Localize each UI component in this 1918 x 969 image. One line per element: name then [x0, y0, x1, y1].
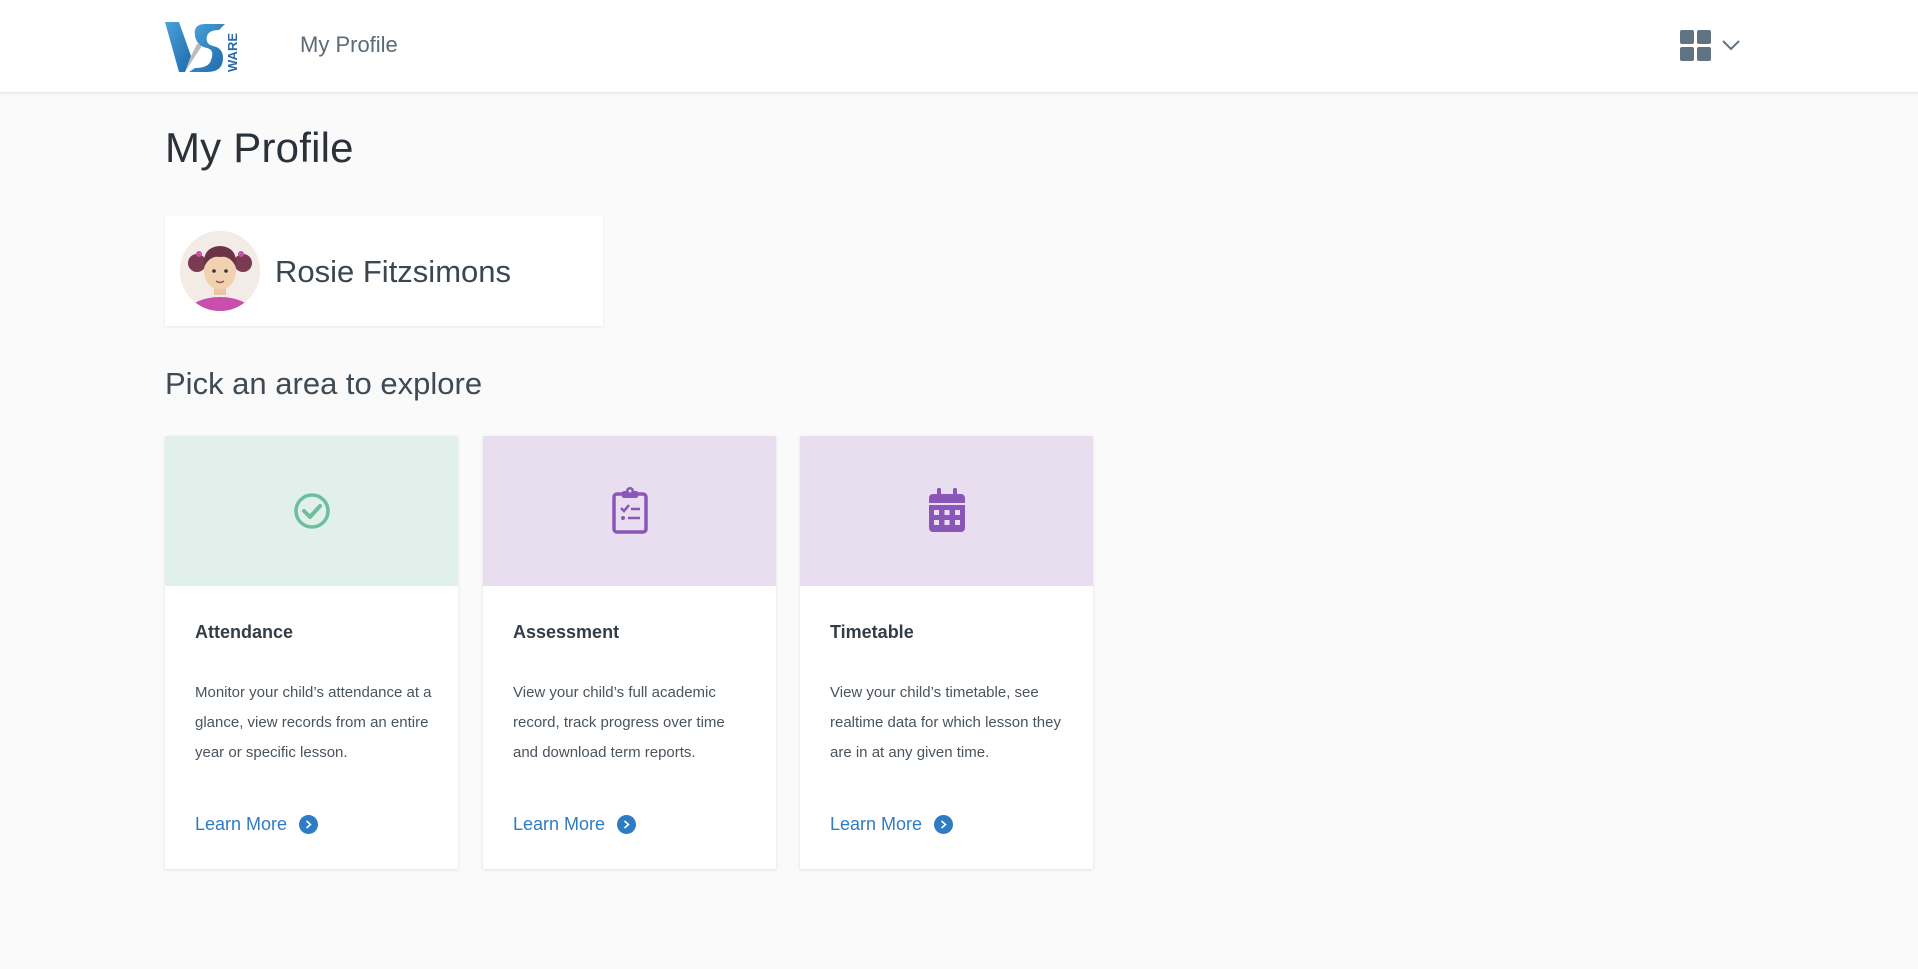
top-bar: WARE My Profile — [0, 0, 1918, 93]
assessment-card[interactable]: Assessment View your child’s full academ… — [483, 436, 776, 869]
chevron-down-icon[interactable] — [1720, 34, 1742, 56]
timetable-hero — [800, 436, 1093, 586]
card-description: Monitor your child’s attendance at a gla… — [195, 684, 432, 761]
chevron-right-circle-icon — [617, 815, 637, 834]
chevron-right-circle-icon — [299, 815, 319, 834]
timetable-card[interactable]: Timetable View your child’s timetable, s… — [800, 436, 1093, 869]
timetable-learn-more-link[interactable]: Learn More — [830, 814, 954, 835]
section-title: Pick an area to explore — [165, 366, 483, 401]
header-title: My Profile — [300, 32, 398, 57]
calendar-icon — [928, 488, 965, 532]
card-description: View your child’s full academic record, … — [513, 684, 725, 761]
card-title: Assessment — [513, 622, 620, 642]
page-title: My Profile — [165, 124, 354, 171]
chevron-right-circle-icon — [934, 815, 954, 834]
attendance-learn-more-link[interactable]: Learn More — [195, 814, 319, 835]
assessment-hero — [483, 436, 776, 586]
attendance-card[interactable]: Attendance Monitor your child’s attendan… — [165, 436, 458, 869]
card-description: View your child’s timetable, see realtim… — [830, 684, 1061, 761]
learn-more-label: Learn More — [195, 814, 288, 834]
learn-more-label: Learn More — [830, 814, 923, 834]
clipboard-checklist-icon — [611, 487, 648, 534]
check-circle-icon — [293, 493, 330, 529]
logo-text: WARE — [225, 33, 240, 72]
avatar — [180, 231, 260, 311]
card-title: Timetable — [830, 622, 914, 642]
profile-card: Rosie Fitzsimons — [165, 216, 603, 326]
vsware-logo[interactable]: WARE — [165, 20, 243, 74]
apps-grid-icon[interactable] — [1680, 30, 1712, 62]
card-title: Attendance — [195, 622, 294, 642]
learn-more-label: Learn More — [513, 814, 606, 834]
profile-name: Rosie Fitzsimons — [275, 254, 511, 289]
attendance-hero — [165, 436, 458, 586]
assessment-learn-more-link[interactable]: Learn More — [513, 814, 637, 835]
